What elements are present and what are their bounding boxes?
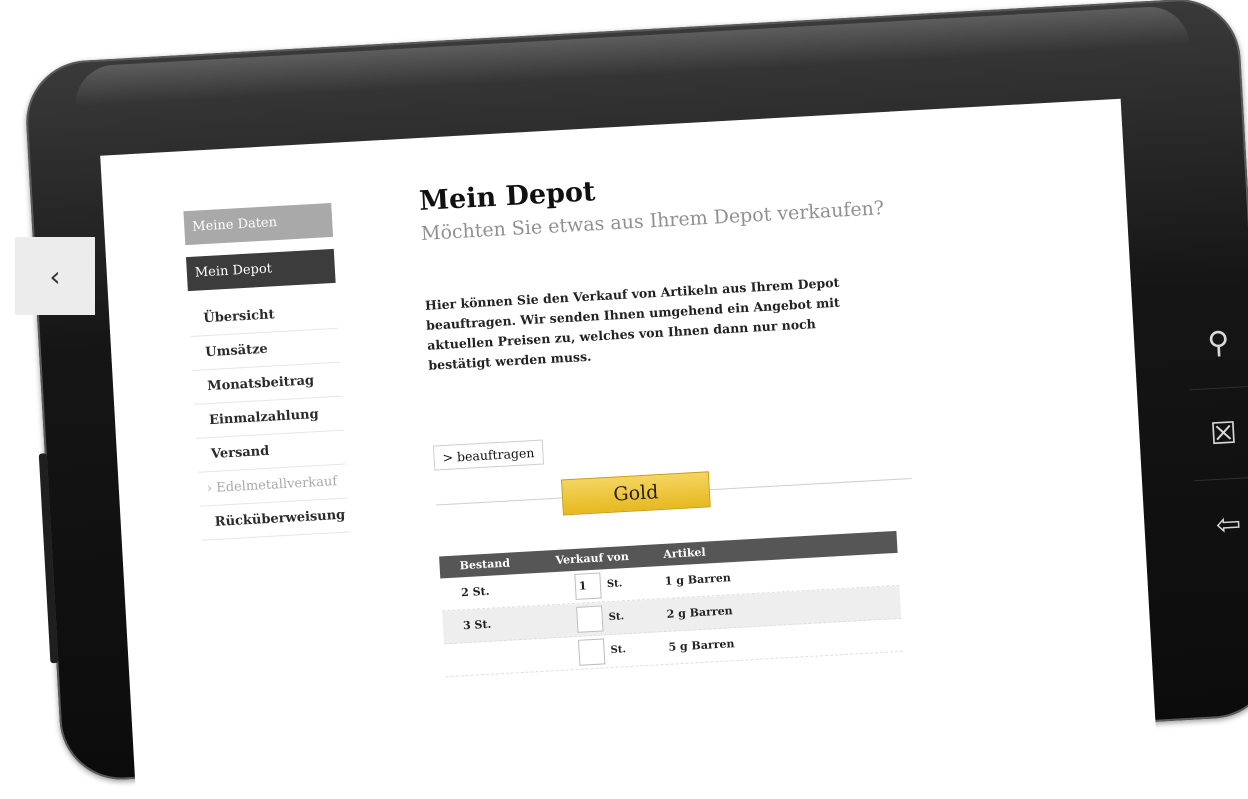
stock-cell: 3 St. (462, 617, 492, 633)
menu-icon[interactable]: ☒ (1188, 386, 1248, 482)
back-icon[interactable]: ⇦ (1194, 478, 1248, 571)
quantity-input[interactable] (576, 605, 604, 633)
main-content: Mein Depot Möchten Sie etwas aus Ihrem D… (418, 159, 921, 678)
chevron-left-icon[interactable]: ‹ (15, 237, 95, 315)
unit-label: St. (608, 611, 625, 624)
unit-label: St. (610, 644, 627, 657)
unit-label: St. (606, 578, 623, 591)
tablet-screen: Meine Daten Mein Depot Übersicht Umsätze… (100, 98, 1157, 795)
hardware-buttons: ⚲ ☒ ⇦ (1183, 295, 1248, 571)
stock-cell (444, 638, 562, 676)
sidebar: Meine Daten Mein Depot Übersicht Umsätze… (183, 202, 350, 541)
tab-mein-depot[interactable]: Mein Depot (185, 248, 336, 292)
qty-cell: 1 St. (556, 566, 666, 604)
quantity-input[interactable]: 1 (574, 572, 602, 600)
tablet-device: ⚲ ☒ ⇦ Meine Daten Mein Depot Übersicht U… (22, 0, 1248, 795)
metal-header: Gold (435, 458, 912, 525)
bezel-shine (73, 4, 1190, 108)
tab-meine-daten[interactable]: Meine Daten (183, 202, 334, 246)
qty-cell: St. (558, 599, 668, 637)
sidebar-item-rueckueberweisung[interactable]: Rücküberweisung (199, 498, 350, 541)
metal-label-gold: Gold (560, 471, 711, 516)
intro-text: Hier können Sie den Verkauf von Artikeln… (424, 274, 841, 373)
beauftragen-button[interactable]: > beauftragen (432, 439, 545, 471)
side-hardware-button (38, 453, 59, 664)
quantity-input[interactable] (577, 638, 606, 666)
depot-table: Bestand Verkauf von Artikel 2 St. 1 St. … (439, 530, 904, 678)
stock-cell: 2 St. (460, 584, 490, 600)
qty-cell: St. (560, 632, 670, 670)
search-icon[interactable]: ⚲ (1183, 295, 1248, 391)
